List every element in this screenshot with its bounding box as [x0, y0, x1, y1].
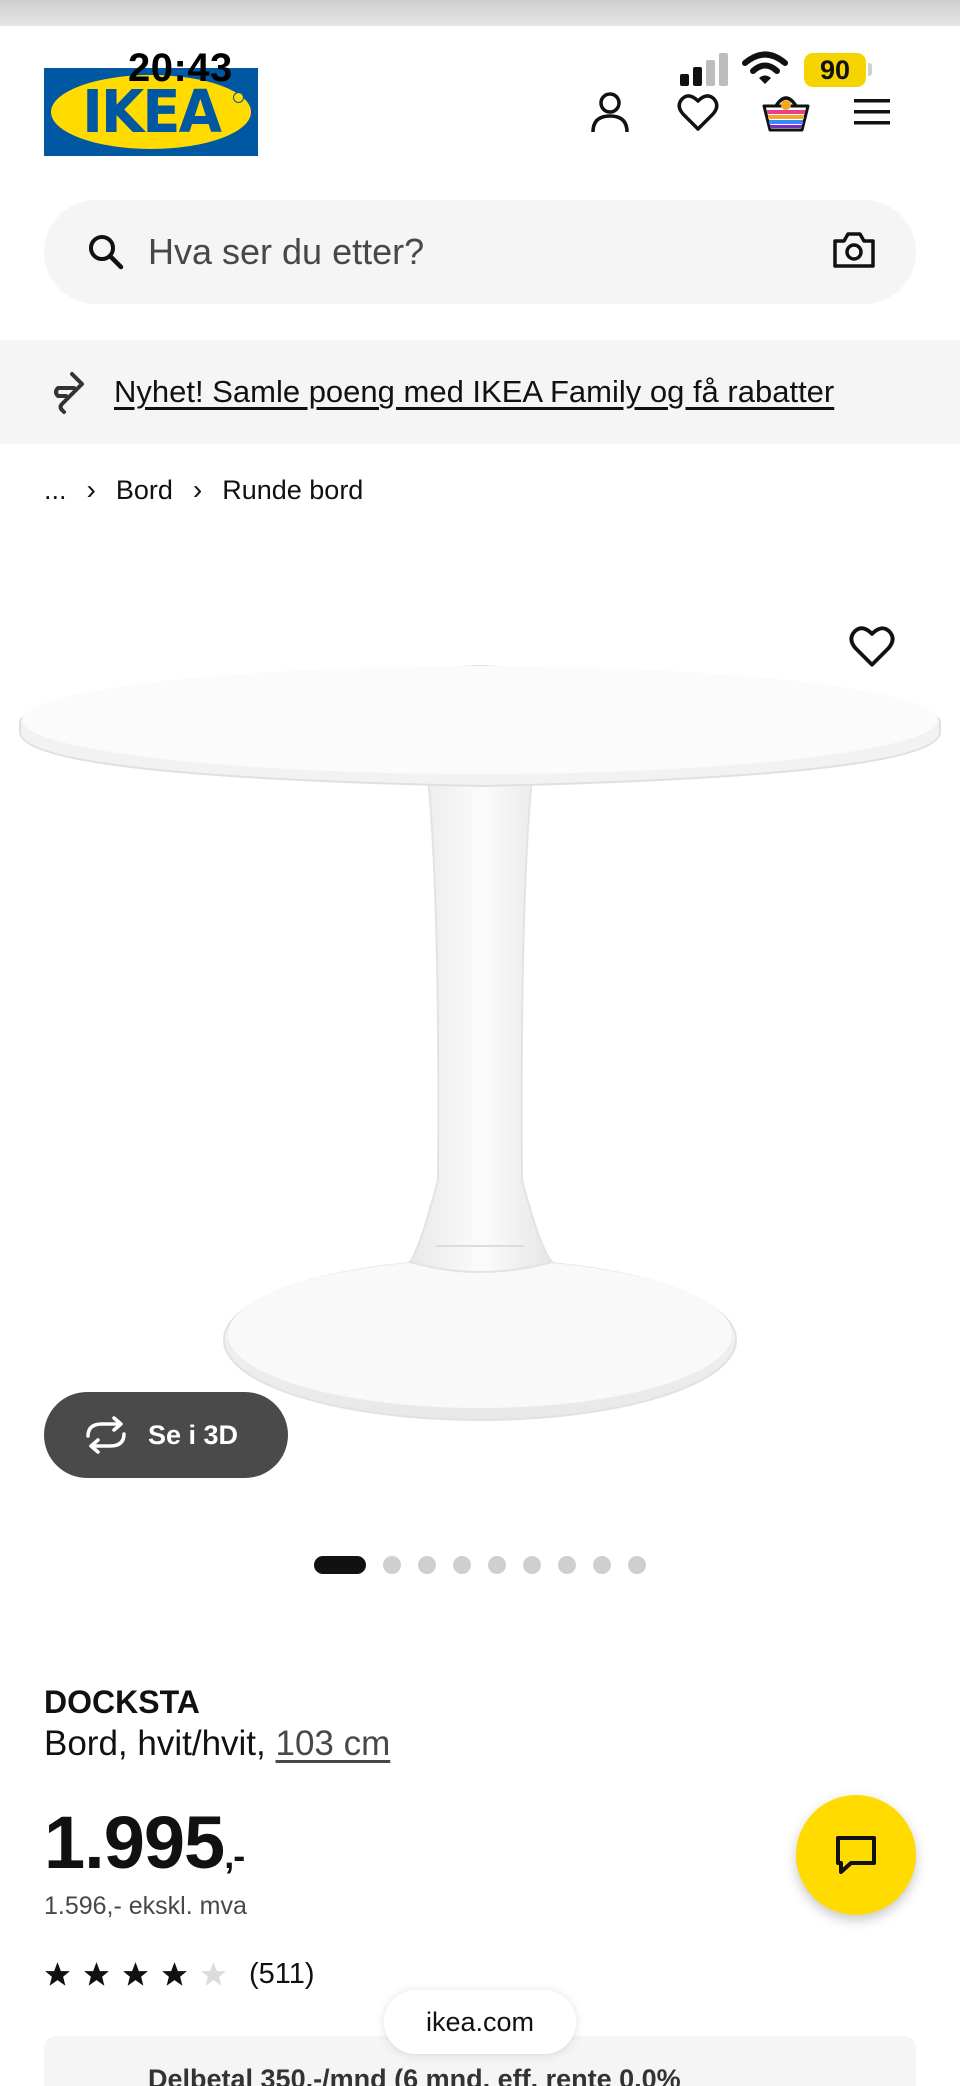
price-main: 1.995	[44, 1801, 225, 1884]
product-rating[interactable]: (511)	[44, 1958, 315, 1991]
product-name: DOCKSTA	[44, 1684, 200, 1720]
search-icon	[89, 235, 124, 270]
gallery-dot[interactable]	[314, 1556, 366, 1574]
link-icon	[54, 372, 84, 414]
search-bar[interactable]	[44, 200, 916, 304]
view-3d-label: Se i 3D	[148, 1420, 239, 1450]
star-filled-icon	[84, 1962, 109, 1986]
gallery-dot[interactable]	[628, 1556, 646, 1574]
browser-url-bar[interactable]: ikea.com	[384, 1990, 576, 2054]
chat-icon	[836, 1836, 876, 1874]
star-filled-icon	[123, 1962, 148, 1986]
gallery-dot[interactable]	[383, 1556, 401, 1574]
star-filled-icon	[162, 1962, 187, 1986]
gallery-dot[interactable]	[453, 1556, 471, 1574]
gallery-pagination	[314, 1555, 663, 1575]
hamburger-menu-icon[interactable]	[848, 88, 896, 136]
gallery-dot[interactable]	[418, 1556, 436, 1574]
chat-button[interactable]	[796, 1795, 916, 1915]
chevron-right-icon: ›	[192, 474, 203, 505]
product-description: Bord, hvit/hvit, 103 cm	[44, 1724, 390, 1764]
product-size-link[interactable]: 103 cm	[276, 1724, 391, 1763]
user-icon[interactable]	[586, 88, 634, 136]
star-empty-icon	[201, 1962, 226, 1986]
favorite-heart-icon[interactable]	[848, 624, 896, 668]
wifi-icon	[742, 51, 788, 84]
rotate-3d-icon	[86, 1416, 126, 1454]
gallery-dot[interactable]	[488, 1556, 506, 1574]
price-excl-vat: 1.596,- ekskl. mva	[44, 1892, 247, 1920]
battery-indicator: 90	[804, 53, 866, 87]
cellular-signal-icon	[680, 53, 728, 86]
status-time: 20:43	[128, 46, 233, 90]
product-price: 1.995,-	[44, 1800, 245, 1885]
breadcrumb-item-bord[interactable]: Bord	[116, 475, 173, 506]
camera-icon[interactable]	[832, 230, 876, 270]
top-strip	[0, 0, 960, 26]
heart-icon[interactable]	[674, 88, 722, 136]
promo-banner[interactable]: Nyhet! Samle poeng med IKEA Family og få…	[0, 340, 960, 444]
search-input[interactable]	[148, 200, 828, 304]
installment-text: Delbetal 350,-/mnd (6 mnd, eff. rente 0,…	[148, 2064, 681, 2086]
promo-link[interactable]: Nyhet! Samle poeng med IKEA Family og få…	[114, 340, 834, 444]
price-suffix: ,-	[224, 1835, 245, 1876]
gallery-dot[interactable]	[523, 1556, 541, 1574]
breadcrumb-item-runde-bord[interactable]: Runde bord	[222, 475, 363, 506]
battery-tip	[868, 63, 872, 76]
registered-mark-icon	[233, 92, 244, 103]
breadcrumb-ellipsis[interactable]: ...	[44, 475, 67, 506]
basket-icon[interactable]	[762, 88, 810, 136]
gallery-dot[interactable]	[558, 1556, 576, 1574]
gallery-dot[interactable]	[593, 1556, 611, 1574]
breadcrumb: ... › Bord › Runde bord	[44, 472, 363, 508]
rating-stars	[44, 1961, 239, 1988]
product-image[interactable]	[0, 600, 960, 1460]
star-filled-icon	[45, 1962, 70, 1986]
chevron-right-icon: ›	[86, 474, 96, 505]
product-type: Bord, hvit/hvit,	[44, 1724, 266, 1763]
view-3d-button[interactable]: Se i 3D	[44, 1392, 288, 1478]
review-count[interactable]: (511)	[249, 1958, 315, 1991]
